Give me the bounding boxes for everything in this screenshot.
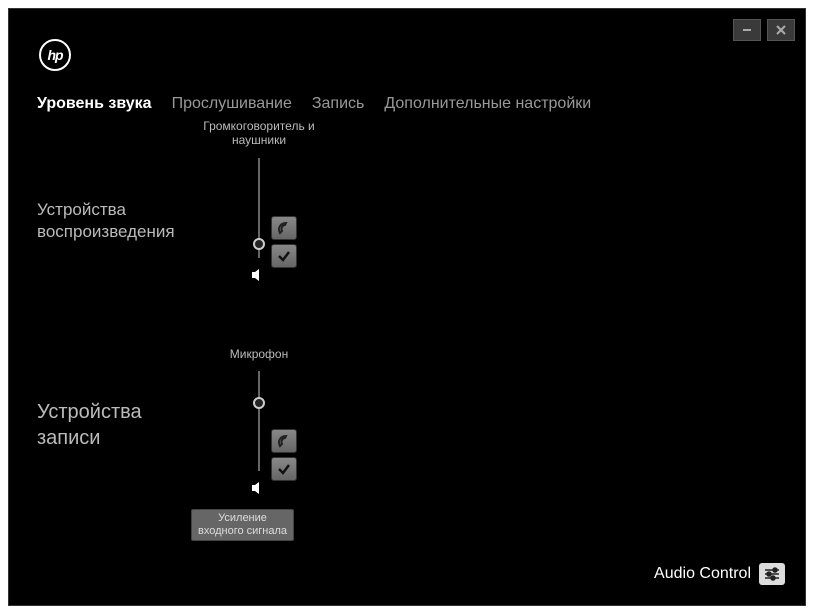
mic-slider-track[interactable] [258, 371, 260, 471]
titlebar-buttons [733, 19, 795, 41]
mic-mute-icon[interactable] [251, 481, 267, 500]
hp-logo: hp [39, 39, 71, 71]
playback-option-buttons [271, 216, 297, 268]
speaker-slider-label: Громкоговоритель и наушники [203, 119, 315, 148]
minimize-button[interactable] [733, 19, 761, 41]
phone-mode-button[interactable] [271, 216, 297, 240]
mic-slider-thumb[interactable] [253, 397, 265, 409]
record-option-buttons [271, 429, 297, 481]
tab-advanced[interactable]: Дополнительные настройки [384, 95, 591, 113]
mic-slider-group: Микрофон [199, 347, 319, 500]
mic-default-device-button[interactable] [271, 457, 297, 481]
settings-icon[interactable] [759, 563, 785, 585]
close-button[interactable] [767, 19, 795, 41]
mic-slider-label: Микрофон [230, 347, 288, 361]
default-device-button[interactable] [271, 244, 297, 268]
footer-brand: Audio Control [654, 563, 785, 585]
footer-brand-text: Audio Control [654, 565, 751, 583]
tab-listening[interactable]: Прослушивание [172, 95, 292, 113]
mic-phone-mode-button[interactable] [271, 429, 297, 453]
playback-devices-label: Устройства воспроизведения [37, 199, 175, 243]
speaker-slider-group: Громкоговоритель и наушники [199, 119, 319, 287]
tab-record[interactable]: Запись [312, 95, 365, 113]
speaker-slider-thumb[interactable] [253, 238, 265, 250]
record-devices-label: Устройства записи [37, 399, 142, 451]
tab-volume-level[interactable]: Уровень звука [37, 95, 152, 113]
mic-boost-button[interactable]: Усиление входного сигнала [191, 509, 294, 541]
tab-bar: Уровень звука Прослушивание Запись Допол… [37, 95, 591, 113]
app-window: hp Уровень звука Прослушивание Запись До… [8, 8, 806, 606]
speaker-mute-icon[interactable] [251, 268, 267, 287]
speaker-slider-track[interactable] [258, 158, 260, 258]
